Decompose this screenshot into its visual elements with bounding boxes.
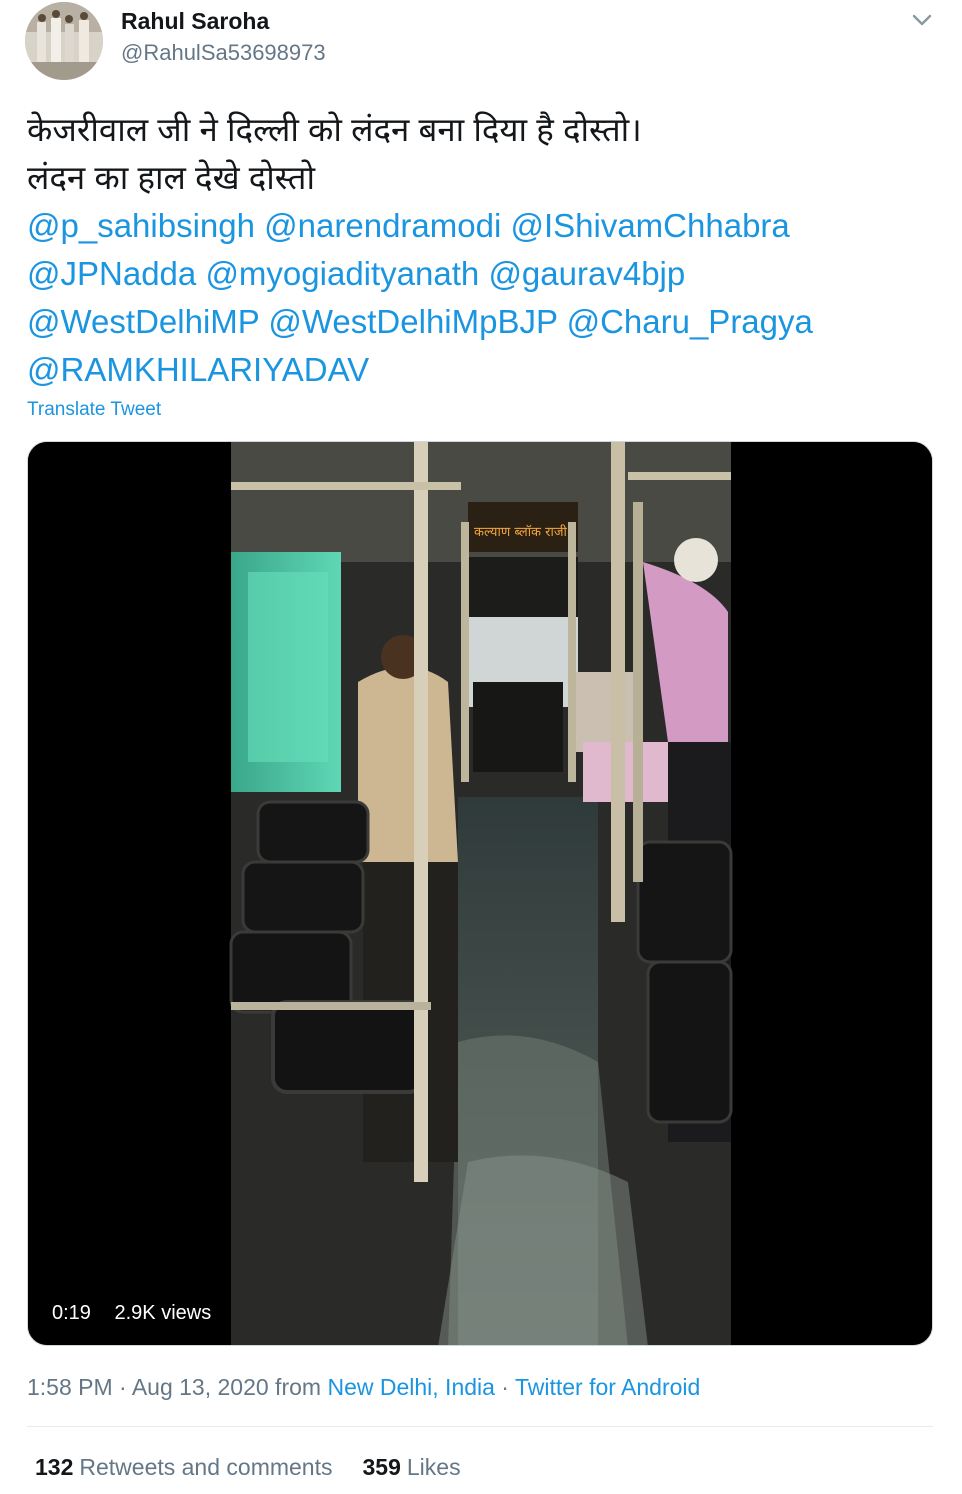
tweet-line: लंदन का हाल देखे दोस्तो bbox=[27, 154, 927, 202]
mention-link[interactable]: @RAMKHILARIYADAV bbox=[27, 351, 369, 388]
video-views: 2.9K views bbox=[114, 1302, 212, 1324]
tweet-date[interactable]: Aug 13, 2020 bbox=[132, 1374, 269, 1400]
video-info: 0:19 2.9K views bbox=[52, 1302, 229, 1325]
mention-link[interactable]: @gaurav4bjp bbox=[488, 255, 685, 292]
likes-stat[interactable]: 359 Likes bbox=[363, 1454, 461, 1480]
tweet-time[interactable]: 1:58 PM bbox=[27, 1374, 113, 1400]
from-text: from bbox=[268, 1374, 328, 1400]
retweets-label: Retweets and comments bbox=[79, 1454, 333, 1480]
tweet-stats: 132 Retweets and comments 359 Likes bbox=[35, 1454, 461, 1481]
separator: · bbox=[494, 1374, 515, 1400]
retweets-stat[interactable]: 132 Retweets and comments bbox=[35, 1454, 333, 1480]
retweets-count: 132 bbox=[35, 1454, 74, 1480]
likes-count: 359 bbox=[362, 1454, 401, 1480]
user-handle[interactable]: @RahulSa53698973 bbox=[121, 40, 326, 66]
divider bbox=[27, 1426, 933, 1427]
tweet-meta: 1:58 PM · Aug 13, 2020 from New Delhi, I… bbox=[27, 1374, 700, 1401]
tweet-mentions-line: @RAMKHILARIYADAV bbox=[27, 346, 927, 394]
user-display-name[interactable]: Rahul Saroha bbox=[121, 8, 269, 35]
mention-link[interactable]: @WestDelhiMP bbox=[27, 303, 259, 340]
location-link[interactable]: New Delhi, India bbox=[327, 1374, 494, 1400]
video-frame: कल्याण ब्लॉक राजी bbox=[28, 442, 932, 1345]
avatar[interactable] bbox=[25, 2, 103, 80]
video-duration: 0:19 bbox=[52, 1302, 91, 1324]
tweet-mentions-line: @JPNadda @myogiadityanath @gaurav4bjp bbox=[27, 250, 927, 298]
mention-link[interactable]: @p_sahibsingh bbox=[27, 207, 255, 244]
bus-sign-text: कल्याण ब्लॉक राजी bbox=[474, 524, 568, 540]
mention-link[interactable]: @JPNadda bbox=[27, 255, 196, 292]
mention-link[interactable]: @IShivamChhabra bbox=[510, 207, 789, 244]
tweet-hindi-text: केजरीवाल जी ने दिल्ली को लंदन बना दिया ह… bbox=[27, 111, 642, 148]
tweet-mentions-line: @p_sahibsingh @narendramodi @IShivamChha… bbox=[27, 202, 927, 250]
mention-link[interactable]: @Charu_Pragya bbox=[567, 303, 813, 340]
tweet-text: केजरीवाल जी ने दिल्ली को लंदन बना दिया ह… bbox=[27, 106, 927, 394]
likes-label: Likes bbox=[406, 1454, 461, 1480]
separator: · bbox=[112, 1374, 132, 1400]
video-player[interactable]: कल्याण ब्लॉक राजी 0:19 2.9K views bbox=[27, 441, 933, 1346]
tweet-mentions-line: @WestDelhiMP @WestDelhiMpBJP @Charu_Prag… bbox=[27, 298, 927, 346]
mention-link[interactable]: @narendramodi bbox=[264, 207, 501, 244]
source-link[interactable]: Twitter for Android bbox=[515, 1374, 700, 1400]
chevron-down-icon[interactable] bbox=[908, 6, 936, 34]
translate-tweet-link[interactable]: Translate Tweet bbox=[27, 399, 161, 421]
mention-link[interactable]: @WestDelhiMpBJP bbox=[268, 303, 557, 340]
tweet-hindi-text: लंदन का हाल देखे दोस्तो bbox=[27, 159, 316, 196]
tweet-line: केजरीवाल जी ने दिल्ली को लंदन बना दिया ह… bbox=[27, 106, 927, 154]
mention-link[interactable]: @myogiadityanath bbox=[205, 255, 479, 292]
